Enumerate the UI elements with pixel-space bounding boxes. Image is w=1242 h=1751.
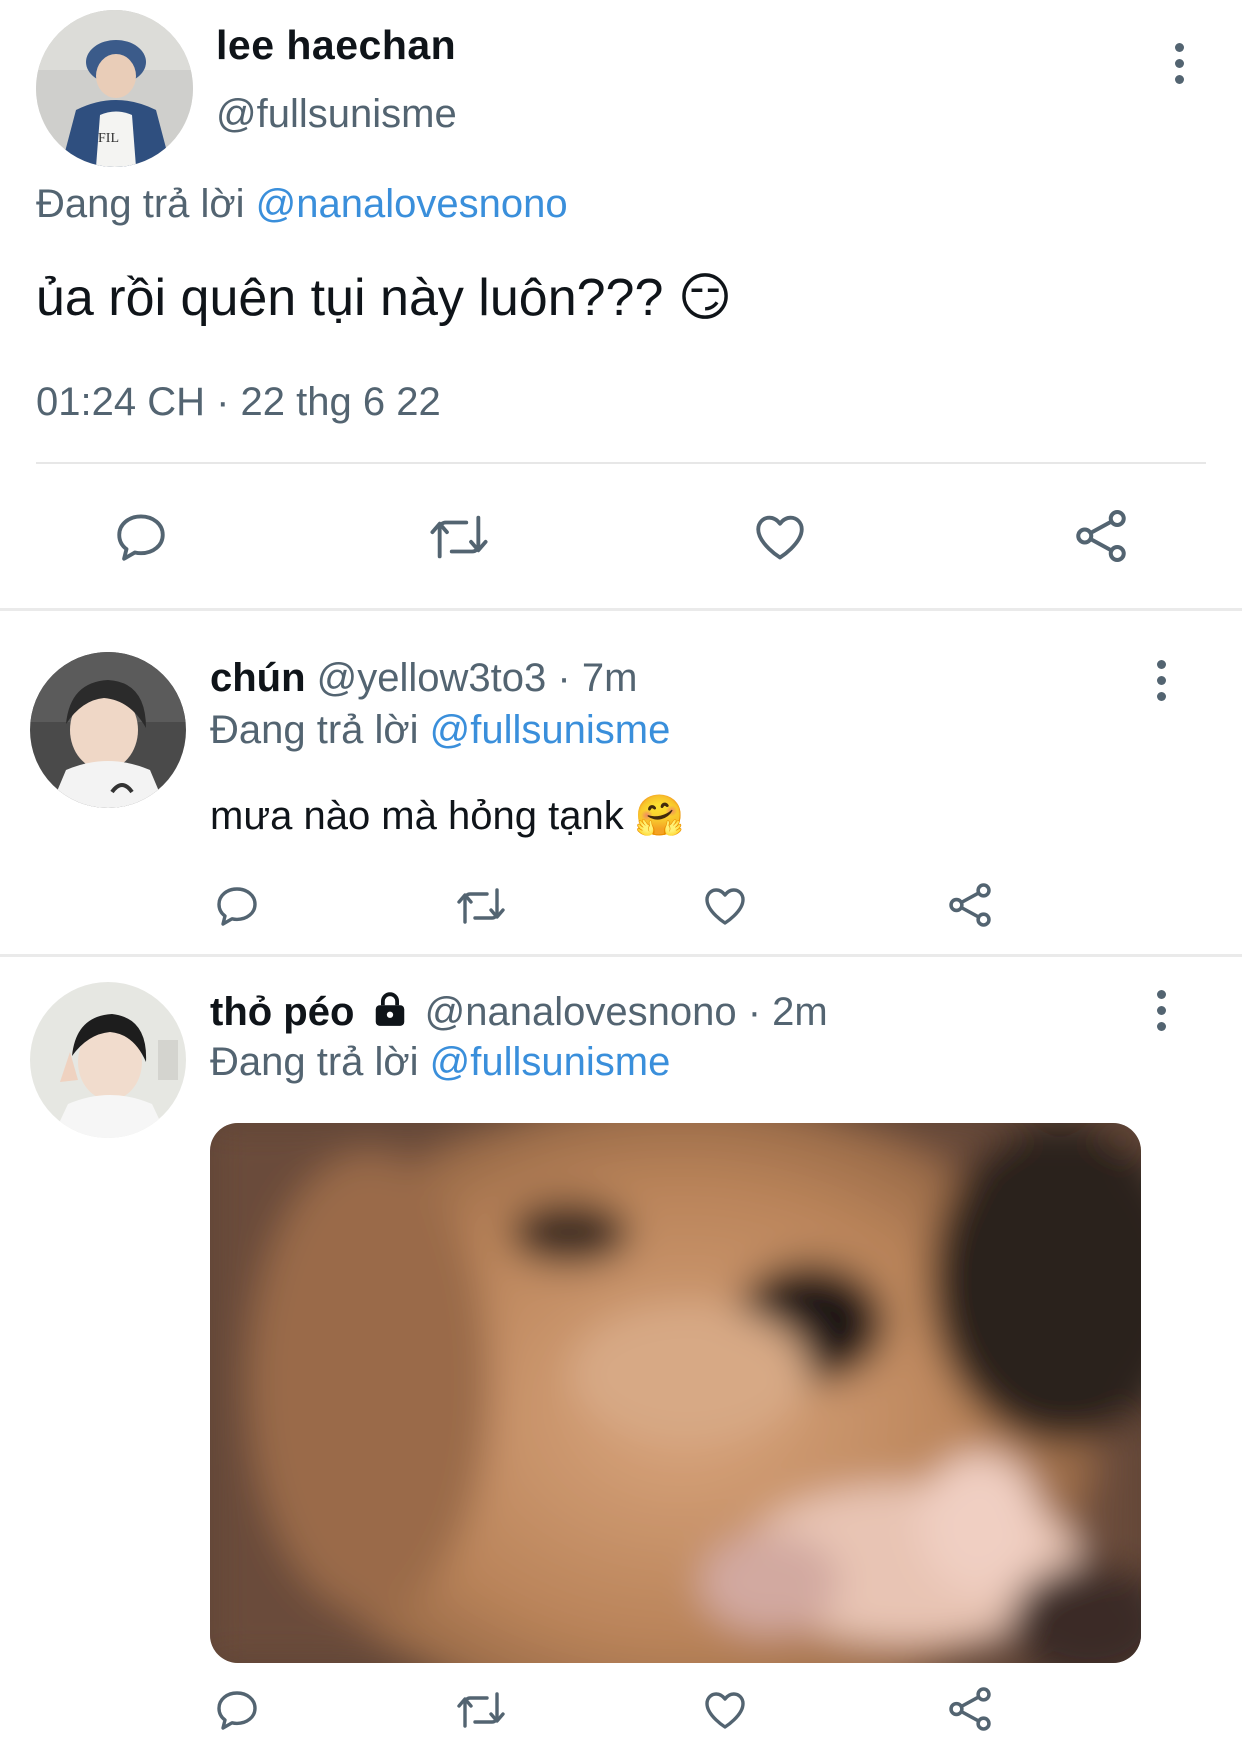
display-name[interactable]: chún — [210, 656, 306, 700]
replying-to-line: Đang trả lời @nanalovesnono — [36, 182, 568, 227]
retweet-icon[interactable] — [454, 1686, 508, 1734]
replying-prefix: Đang trả lời — [210, 708, 419, 752]
tweet-text: ủa rồi quên tụi này luôn??? 😏 — [36, 268, 732, 328]
smirk-emoji: 😏 — [677, 269, 733, 327]
share-icon[interactable] — [1071, 506, 1131, 566]
reply-header: chún @yellow3to3 · 7m — [210, 656, 637, 701]
replying-prefix: Đang trả lời — [36, 182, 245, 226]
reply-icon[interactable] — [213, 1686, 261, 1734]
section-divider — [0, 608, 1242, 611]
replying-to-line: Đang trả lời @fullsunisme — [210, 1040, 670, 1085]
display-name[interactable]: lee haechan — [216, 22, 456, 69]
heart-icon[interactable] — [700, 1686, 750, 1734]
more-options-icon[interactable] — [1154, 990, 1168, 1038]
divider — [36, 462, 1206, 464]
svg-text:FIL: FIL — [98, 131, 119, 146]
tweet-timestamp[interactable]: 01:24 CH · 22 thg 6 22 — [36, 380, 441, 425]
reply-icon[interactable] — [112, 508, 170, 566]
replying-to-line: Đang trả lời @fullsunisme — [210, 708, 670, 753]
retweet-icon[interactable] — [427, 508, 491, 566]
mention-link[interactable]: @nanalovesnono — [256, 182, 568, 226]
reply-header: thỏ péo @nanalovesnono · 2m — [210, 990, 828, 1039]
mention-link[interactable]: @fullsunisme — [430, 708, 671, 752]
lock-icon — [370, 991, 410, 1039]
hug-emoji: 🤗 — [634, 794, 685, 838]
more-options-icon[interactable] — [1154, 660, 1168, 708]
tweet-media-image[interactable] — [210, 1123, 1141, 1663]
heart-icon[interactable] — [750, 508, 810, 566]
relative-time[interactable]: · 2m — [748, 990, 828, 1034]
retweet-icon[interactable] — [454, 882, 508, 930]
tweet-body: ủa rồi quên tụi này luôn??? — [36, 269, 664, 327]
more-options-icon[interactable] — [1172, 43, 1186, 91]
reply-icon[interactable] — [213, 882, 261, 930]
user-handle[interactable]: @fullsunisme — [216, 92, 457, 137]
mention-link[interactable]: @fullsunisme — [430, 1040, 671, 1084]
display-name[interactable]: thỏ péo — [210, 990, 354, 1034]
user-handle[interactable]: @nanalovesnono — [425, 990, 737, 1034]
heart-icon[interactable] — [700, 882, 750, 930]
share-icon[interactable] — [945, 880, 995, 930]
tweet-text: mưa nào mà hỏng tạnk 🤗 — [210, 792, 685, 839]
section-divider — [0, 954, 1242, 957]
tweet-body: mưa nào mà hỏng tạnk — [210, 794, 624, 838]
avatar[interactable] — [30, 652, 186, 808]
avatar[interactable] — [30, 982, 186, 1138]
avatar[interactable]: FIL — [36, 10, 193, 167]
relative-time[interactable]: · 7m — [557, 656, 637, 700]
replying-prefix: Đang trả lời — [210, 1040, 419, 1084]
user-handle[interactable]: @yellow3to3 — [317, 656, 547, 700]
share-icon[interactable] — [945, 1684, 995, 1734]
